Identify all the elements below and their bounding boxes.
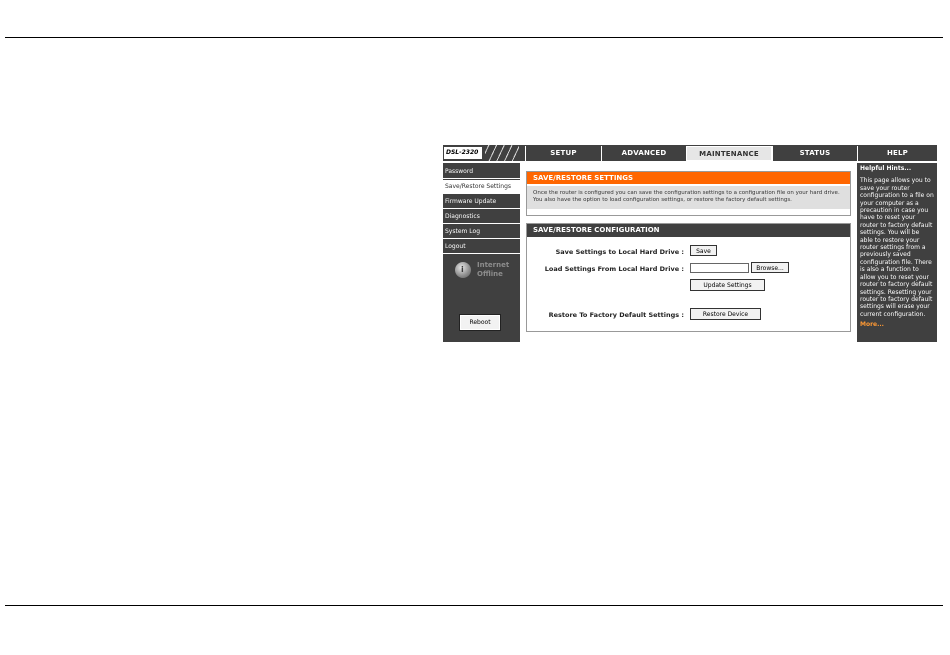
tab-maintenance[interactable]: MAINTENANCE: [686, 146, 772, 161]
sidebar-item-firmware-update[interactable]: Firmware Update: [443, 195, 520, 209]
config-title: SAVE/RESTORE CONFIGURATION: [527, 224, 850, 237]
sidebar-item-save-restore[interactable]: Save/Restore Settings: [443, 180, 520, 194]
save-label: Save Settings to Local Hard Drive :: [555, 248, 684, 256]
internet-status-text: Internet Offline: [477, 261, 517, 279]
tab-advanced[interactable]: ADVANCED: [601, 146, 686, 161]
bottom-rule: [5, 605, 943, 606]
hints-title: Helpful Hints...: [860, 165, 912, 172]
sidebar-item-system-log[interactable]: System Log: [443, 225, 520, 239]
intro-text: Once the router is configured you can sa…: [527, 186, 850, 209]
browse-button[interactable]: Browse...: [751, 262, 789, 273]
logo-decoration: [485, 145, 519, 161]
status-line-1: Internet: [477, 261, 510, 269]
intro-panel: SAVE/RESTORE SETTINGS Once the router is…: [526, 171, 851, 216]
internet-status: Internet Offline: [455, 261, 515, 283]
tab-help[interactable]: HELP: [857, 146, 937, 161]
intro-title: SAVE/RESTORE SETTINGS: [527, 172, 850, 184]
update-settings-button[interactable]: Update Settings: [690, 279, 765, 291]
more-link[interactable]: More...: [860, 321, 934, 328]
hints-panel: Helpful Hints... This page allows you to…: [857, 163, 937, 342]
load-label: Load Settings From Local Hard Drive :: [544, 265, 684, 273]
sidebar-item-logout[interactable]: Logout: [443, 240, 520, 254]
router-ui: DSL-2320 SETUP ADVANCED MAINTENANCE STAT…: [443, 145, 937, 342]
restore-label: Restore To Factory Default Settings :: [548, 311, 684, 319]
status-line-2: Offline: [477, 270, 503, 278]
save-button[interactable]: Save: [690, 245, 717, 256]
config-panel: SAVE/RESTORE CONFIGURATION Save Settings…: [526, 223, 851, 332]
top-nav: DSL-2320 SETUP ADVANCED MAINTENANCE STAT…: [443, 145, 937, 161]
reboot-button[interactable]: Reboot: [459, 314, 501, 331]
internet-status-icon: [455, 262, 471, 278]
sidebar-item-password[interactable]: Password: [443, 165, 520, 179]
load-file-input[interactable]: [690, 263, 749, 273]
restore-device-button[interactable]: Restore Device: [690, 308, 761, 320]
tab-setup[interactable]: SETUP: [525, 146, 601, 161]
sidebar-item-diagnostics[interactable]: Diagnostics: [443, 210, 520, 224]
tab-status[interactable]: STATUS: [772, 146, 857, 161]
product-logo: DSL-2320: [444, 147, 482, 159]
top-rule: [5, 37, 943, 38]
sidebar: Password Save/Restore Settings Firmware …: [443, 163, 520, 342]
hints-text: This page allows you to save your router…: [860, 177, 934, 318]
